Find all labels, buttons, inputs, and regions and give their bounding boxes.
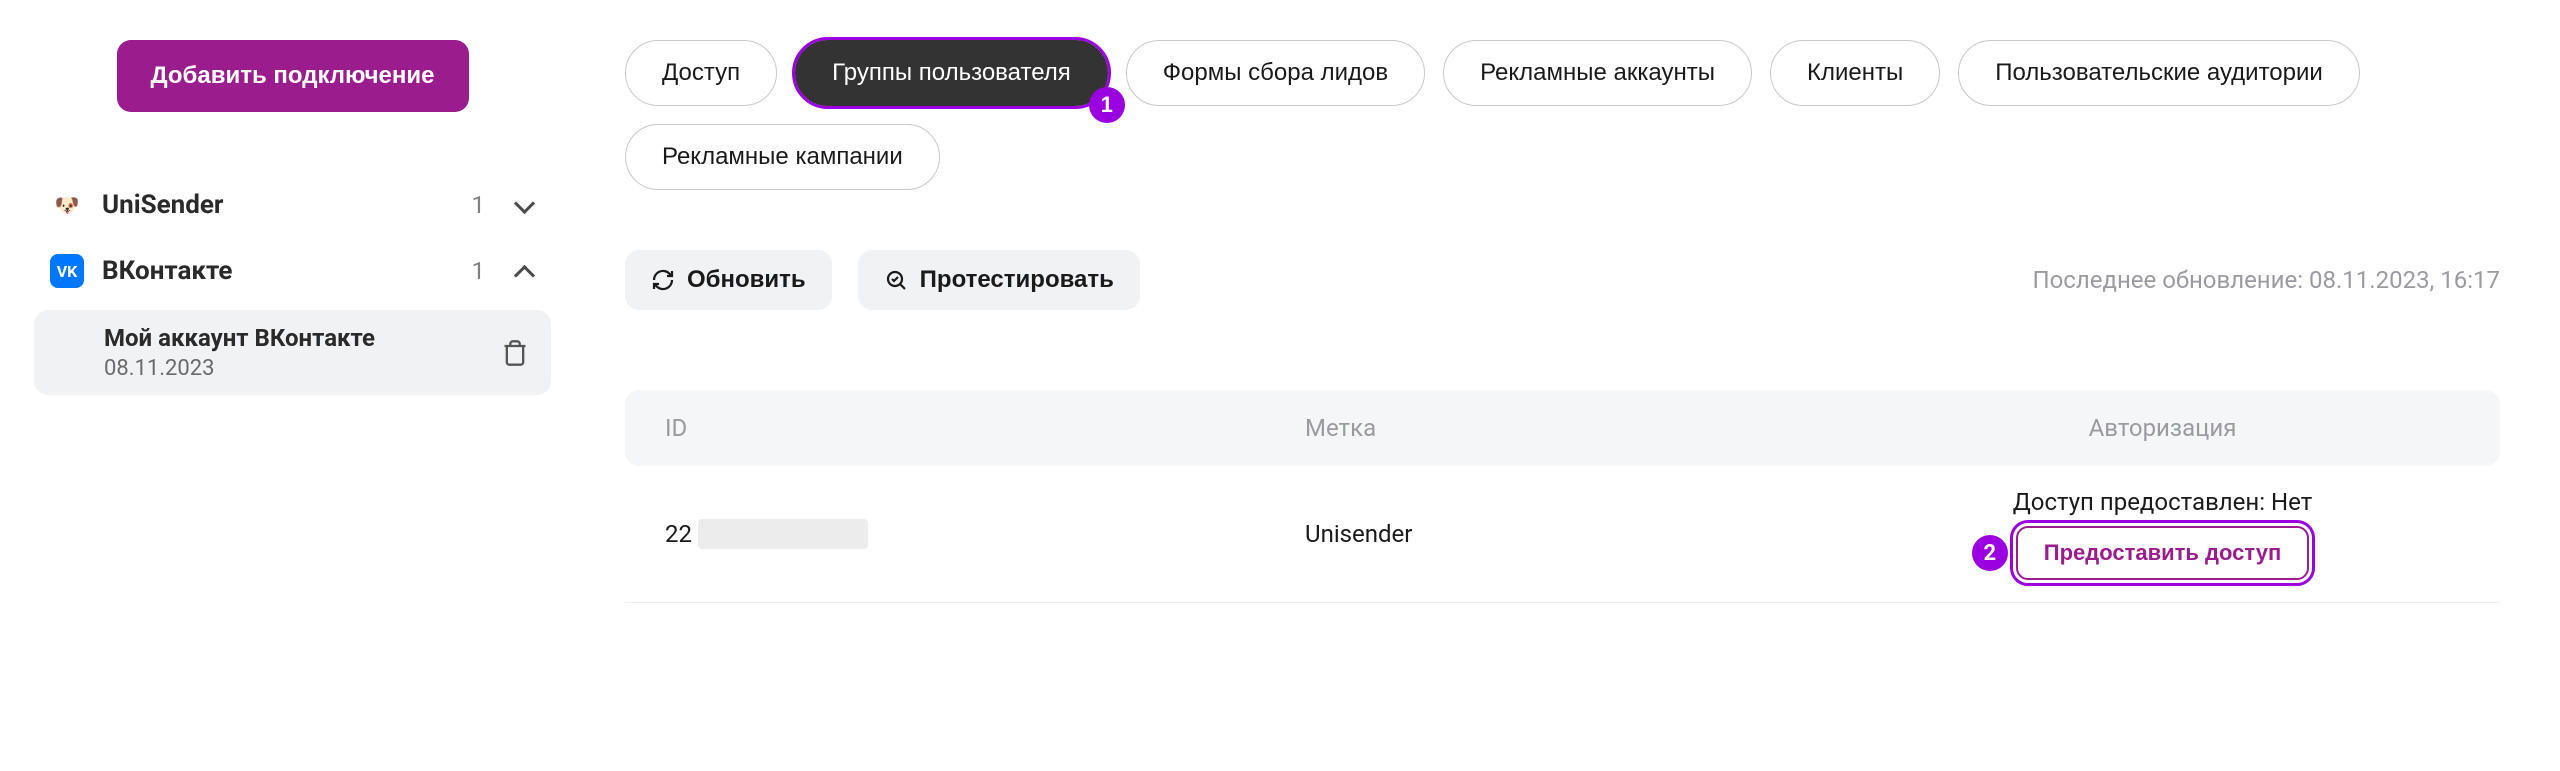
subitem-date: 08.11.2023 bbox=[104, 356, 489, 381]
tab-access[interactable]: Доступ bbox=[625, 40, 777, 106]
header-id: ID bbox=[665, 414, 1305, 442]
subitem-title: Мой аккаунт ВКонтакте bbox=[104, 324, 489, 352]
annotation-marker-2: 2 bbox=[1972, 535, 2008, 571]
tab-label: Группы пользователя bbox=[832, 59, 1071, 86]
tab-lead-forms[interactable]: Формы сбора лидов bbox=[1126, 40, 1425, 106]
redacted-id bbox=[698, 519, 868, 549]
sidebar-item-count: 1 bbox=[472, 257, 486, 285]
cell-id: 22 bbox=[665, 519, 1305, 549]
tab-clients[interactable]: Клиенты bbox=[1770, 40, 1940, 106]
test-button[interactable]: Протестировать bbox=[858, 250, 1140, 310]
trash-icon[interactable] bbox=[501, 339, 529, 367]
auth-status-text: Доступ предоставлен: Нет bbox=[2013, 488, 2313, 516]
main-content: Доступ Группы пользователя 1 Формы сбора… bbox=[585, 0, 2560, 771]
sidebar-item-count: 1 bbox=[472, 191, 486, 219]
tab-ad-accounts[interactable]: Рекламные аккаунты bbox=[1443, 40, 1752, 106]
header-label: Метка bbox=[1305, 414, 1865, 442]
actions-row: Обновить Протестировать Последнее обновл… bbox=[625, 250, 2500, 310]
sidebar-subitem-vk-account[interactable]: Мой аккаунт ВКонтакте 08.11.2023 bbox=[34, 310, 551, 395]
refresh-icon bbox=[651, 268, 675, 292]
sidebar-item-vkontakte[interactable]: VK ВКонтакте 1 bbox=[20, 238, 565, 304]
cell-auth: Доступ предоставлен: Нет 2 Предоставить … bbox=[1865, 488, 2460, 580]
sidebar-item-unisender[interactable]: 🐶 UniSender 1 bbox=[20, 172, 565, 238]
tab-custom-audiences[interactable]: Пользовательские аудитории bbox=[1958, 40, 2360, 106]
search-check-icon bbox=[884, 268, 908, 292]
sidebar-item-label: UniSender bbox=[102, 190, 454, 220]
header-auth: Авторизация bbox=[1865, 414, 2460, 442]
tab-user-groups[interactable]: Группы пользователя 1 bbox=[795, 40, 1108, 106]
chevron-up-icon bbox=[513, 260, 535, 282]
annotation-marker-1: 1 bbox=[1089, 87, 1125, 123]
id-prefix: 22 bbox=[665, 520, 692, 548]
table-header: ID Метка Авторизация bbox=[625, 390, 2500, 466]
tabs-row: Доступ Группы пользователя 1 Формы сбора… bbox=[625, 40, 2500, 190]
tab-ad-campaigns[interactable]: Рекламные кампании bbox=[625, 124, 940, 190]
sidebar-item-label: ВКонтакте bbox=[102, 256, 454, 286]
refresh-label: Обновить bbox=[687, 266, 806, 294]
refresh-button[interactable]: Обновить bbox=[625, 250, 832, 310]
test-label: Протестировать bbox=[920, 266, 1114, 294]
last-update-text: Последнее обновление: 08.11.2023, 16:17 bbox=[2032, 266, 2500, 294]
add-connection-button[interactable]: Добавить подключение bbox=[117, 40, 469, 112]
table-row: 22 Unisender Доступ предоставлен: Нет 2 … bbox=[625, 466, 2500, 603]
cell-label: Unisender bbox=[1305, 520, 1865, 548]
chevron-down-icon bbox=[513, 194, 535, 216]
grant-access-button[interactable]: Предоставить доступ bbox=[2016, 526, 2310, 580]
sidebar: Добавить подключение 🐶 UniSender 1 VK ВК… bbox=[0, 0, 585, 771]
unisender-icon: 🐶 bbox=[50, 188, 84, 222]
vk-icon: VK bbox=[50, 254, 84, 288]
